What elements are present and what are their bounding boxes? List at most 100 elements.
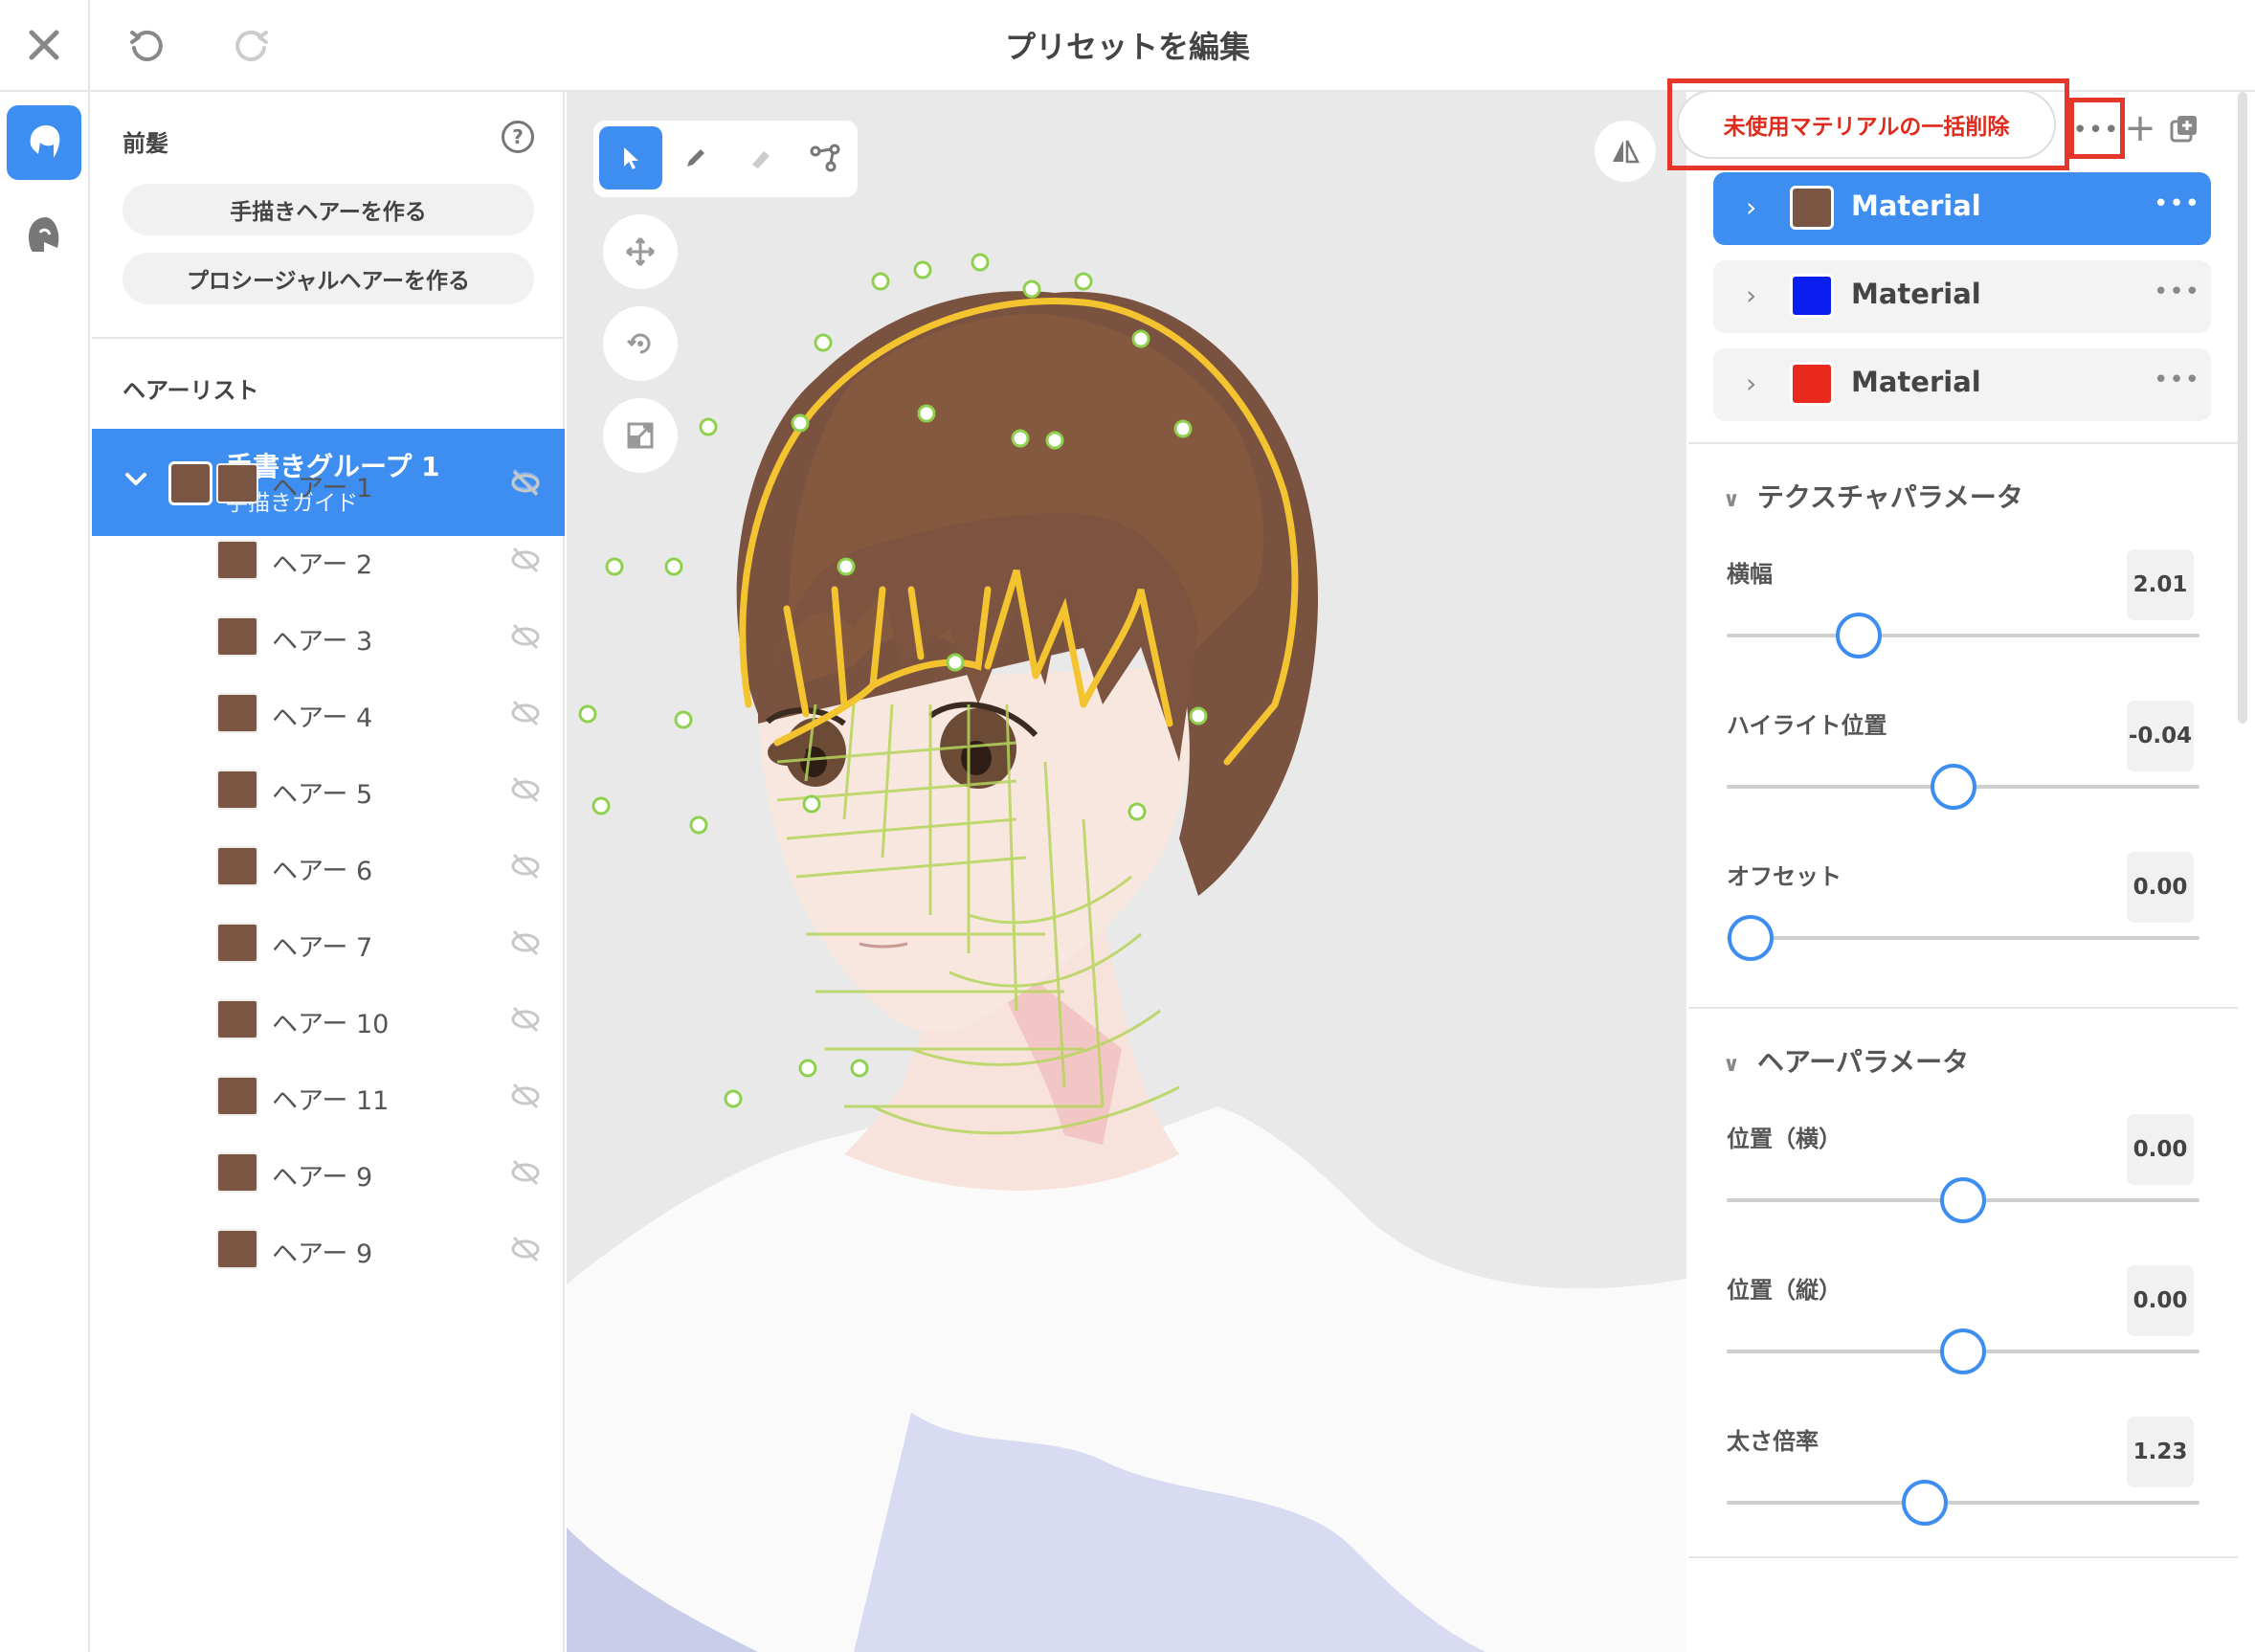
undo-button[interactable]: [115, 17, 176, 75]
hair-color-swatch[interactable]: [216, 463, 258, 503]
hair-name: ヘアー 6: [272, 857, 373, 886]
chevron-right-icon[interactable]: ›: [1746, 191, 1756, 223]
rotate-icon: [626, 333, 651, 354]
material-name: Material: [1851, 278, 1981, 310]
visibility-hidden-icon[interactable]: [509, 773, 542, 810]
hair-list-item[interactable]: ヘアー 9: [92, 1133, 565, 1210]
visibility-hidden-icon[interactable]: [509, 850, 542, 886]
visibility-hidden-icon[interactable]: [509, 467, 542, 503]
path-tool-button[interactable]: [794, 126, 858, 190]
plus-icon: +: [2124, 106, 2156, 150]
visibility-hidden-icon[interactable]: [509, 1080, 542, 1116]
hair-color-swatch[interactable]: [216, 923, 258, 963]
chevron-right-icon[interactable]: ›: [1746, 279, 1756, 311]
param-slider[interactable]: [1727, 1501, 2199, 1505]
scrollbar[interactable]: [2238, 92, 2247, 724]
more-icon[interactable]: •••: [2154, 366, 2200, 394]
hair-color-swatch[interactable]: [216, 846, 258, 886]
eraser-tool-button[interactable]: [729, 126, 793, 190]
param-slider[interactable]: [1727, 634, 2199, 637]
hair-list-item[interactable]: ヘアー 6: [92, 827, 565, 904]
param-label: 位置（縦）: [1727, 1277, 1842, 1304]
hair-name: ヘアー 4: [272, 703, 373, 733]
material-color-swatch[interactable]: [1790, 274, 1834, 318]
material-row[interactable]: › Material •••: [1713, 348, 2211, 421]
hair-list-item[interactable]: ヘアー 4: [92, 674, 565, 750]
visibility-hidden-icon[interactable]: [509, 620, 542, 657]
visibility-hidden-icon[interactable]: [509, 544, 542, 580]
redo-button[interactable]: [222, 17, 283, 75]
param-value-field[interactable]: 0.00: [2127, 1265, 2194, 1336]
visibility-hidden-icon[interactable]: [509, 1003, 542, 1039]
material-color-swatch[interactable]: [1790, 362, 1834, 406]
scale-tool-button[interactable]: [603, 398, 678, 473]
param-value-field[interactable]: 0.00: [2127, 1114, 2194, 1185]
hair-list-item[interactable]: ヘアー 5: [92, 750, 565, 827]
more-icon[interactable]: •••: [2154, 278, 2200, 306]
hair-name: ヘアー 9: [272, 1239, 373, 1269]
add-material-button[interactable]: +: [2121, 106, 2159, 150]
param-label: オフセット: [1727, 863, 1842, 890]
param-label: 位置（横）: [1727, 1126, 1842, 1152]
hair-color-swatch[interactable]: [216, 693, 258, 733]
hair-color-swatch[interactable]: [216, 1076, 258, 1116]
hair-color-swatch[interactable]: [216, 999, 258, 1039]
hair-list-item[interactable]: ヘアー 1: [92, 444, 565, 521]
param-slider[interactable]: [1727, 936, 2199, 940]
hair-list-item[interactable]: ヘアー 10: [92, 980, 565, 1057]
close-button[interactable]: [0, 0, 90, 90]
hair-list-item[interactable]: ヘアー 9: [92, 1210, 565, 1286]
material-row[interactable]: › Material •••: [1713, 172, 2211, 245]
chevron-down-icon: ∨: [1723, 1053, 1740, 1077]
page-title: プリセットを編集: [1004, 29, 1250, 65]
rail-item-back-hair[interactable]: [7, 197, 81, 272]
slider-thumb[interactable]: [1836, 613, 1883, 659]
highlight-annotation: [2069, 98, 2125, 159]
select-tool-button[interactable]: [599, 126, 662, 190]
visibility-hidden-icon[interactable]: [509, 1233, 542, 1269]
scale-icon: [627, 422, 654, 449]
slider-thumb[interactable]: [1931, 764, 1977, 810]
hair-list-item[interactable]: ヘアー 7: [92, 904, 565, 980]
hair-color-swatch[interactable]: [216, 616, 258, 657]
hair-name: ヘアー 10: [272, 1010, 390, 1039]
hair-color-swatch[interactable]: [216, 770, 258, 810]
param-value-field[interactable]: -0.04: [2127, 701, 2194, 771]
visibility-hidden-icon[interactable]: [509, 697, 542, 733]
slider-thumb[interactable]: [1940, 1328, 1986, 1374]
hair-color-swatch[interactable]: [216, 540, 258, 580]
help-button[interactable]: ?: [502, 121, 534, 153]
hair-color-swatch[interactable]: [216, 1229, 258, 1269]
hair-name: ヘアー 3: [272, 627, 373, 657]
duplicate-icon: [2170, 116, 2197, 143]
material-color-swatch[interactable]: [1790, 186, 1834, 230]
hair-list-item[interactable]: ヘアー 11: [92, 1057, 565, 1133]
move-tool-button[interactable]: [603, 214, 678, 289]
duplicate-material-button[interactable]: [2165, 109, 2203, 147]
create-handdrawn-hair-button[interactable]: 手描きヘアーを作る: [123, 184, 534, 235]
visibility-hidden-icon[interactable]: [509, 926, 542, 963]
param-value-field[interactable]: 2.01: [2127, 549, 2194, 620]
more-icon[interactable]: •••: [2154, 190, 2200, 218]
avatar-preview[interactable]: [567, 92, 1686, 1652]
3d-viewport[interactable]: [567, 92, 1686, 1652]
rotate-tool-button[interactable]: [603, 306, 678, 381]
material-name: Material: [1851, 366, 1981, 398]
visibility-hidden-icon[interactable]: [509, 1156, 542, 1193]
texture-params-header[interactable]: ∨ テクスチャパラメータ: [1723, 477, 2023, 515]
hair-list-item[interactable]: ヘアー 3: [92, 597, 565, 674]
rail-item-front-hair[interactable]: [7, 105, 81, 180]
slider-thumb[interactable]: [1940, 1177, 1986, 1223]
chevron-right-icon[interactable]: ›: [1746, 368, 1756, 399]
create-procedural-hair-button[interactable]: プロシージャルヘアーを作る: [123, 253, 534, 304]
hair-name: ヘアー 5: [272, 780, 373, 810]
material-row[interactable]: › Material •••: [1713, 260, 2211, 333]
pen-tool-button[interactable]: [664, 126, 727, 190]
param-value-field[interactable]: 1.23: [2127, 1417, 2194, 1487]
hair-list-item[interactable]: ヘアー 2: [92, 521, 565, 597]
param-value-field[interactable]: 0.00: [2127, 852, 2194, 923]
slider-thumb[interactable]: [1727, 915, 1774, 961]
hair-params-header[interactable]: ∨ ヘアーパラメータ: [1723, 1041, 1969, 1080]
hair-color-swatch[interactable]: [216, 1152, 258, 1193]
mirror-toggle-button[interactable]: [1595, 121, 1656, 182]
